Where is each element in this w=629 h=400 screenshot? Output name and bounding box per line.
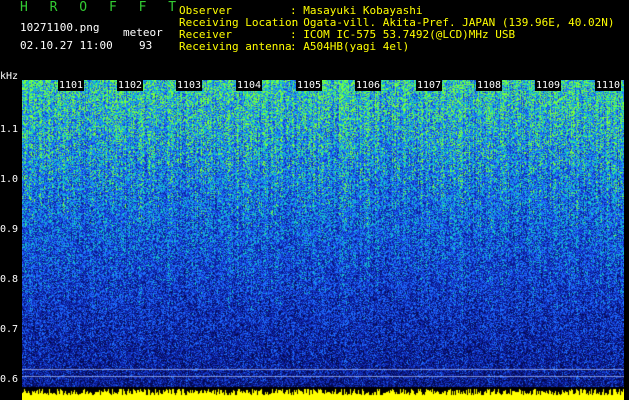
info-value-antenna: : A504HB(yagi 4el) — [290, 40, 410, 53]
y-tick: 0.9 — [0, 224, 19, 235]
spectrogram-canvas — [22, 80, 624, 400]
app-title: H R O F F T — [20, 0, 184, 15]
y-tick: 0.8 — [0, 274, 19, 285]
time-label: 1107 — [416, 80, 443, 91]
time-label: 1110 — [595, 80, 622, 91]
y-tick: 1.1 — [0, 124, 19, 135]
y-tick: 0.6 — [0, 374, 19, 385]
time-label: 1103 — [176, 80, 203, 91]
time-label: 1101 — [58, 80, 85, 91]
count-label: 93 — [139, 39, 153, 52]
mode-label: meteor — [123, 26, 163, 39]
axis-unit: kHz — [0, 71, 19, 82]
y-tick: 1.0 — [0, 174, 19, 185]
time-label: 1105 — [296, 80, 323, 91]
frequency-axis: kHz 1.1 1.0 0.9 0.8 0.7 0.6 — [0, 72, 22, 400]
time-label: 1102 — [117, 80, 144, 91]
datetime-label: 02.10.27 11:00 — [20, 39, 113, 52]
time-label: 1106 — [355, 80, 382, 91]
info-label-antenna: Receiving antenna — [179, 40, 292, 53]
time-labels: 1101 1102 1103 1104 1105 1106 1107 1108 … — [22, 80, 624, 92]
time-label: 1104 — [236, 80, 263, 91]
y-tick: 0.7 — [0, 324, 19, 335]
filename-label: 10271100.png — [20, 21, 100, 34]
header-panel: H R O F F T 10271100.png meteor 02.10.27… — [0, 0, 629, 80]
time-label: 1108 — [476, 80, 503, 91]
time-label: 1109 — [535, 80, 562, 91]
